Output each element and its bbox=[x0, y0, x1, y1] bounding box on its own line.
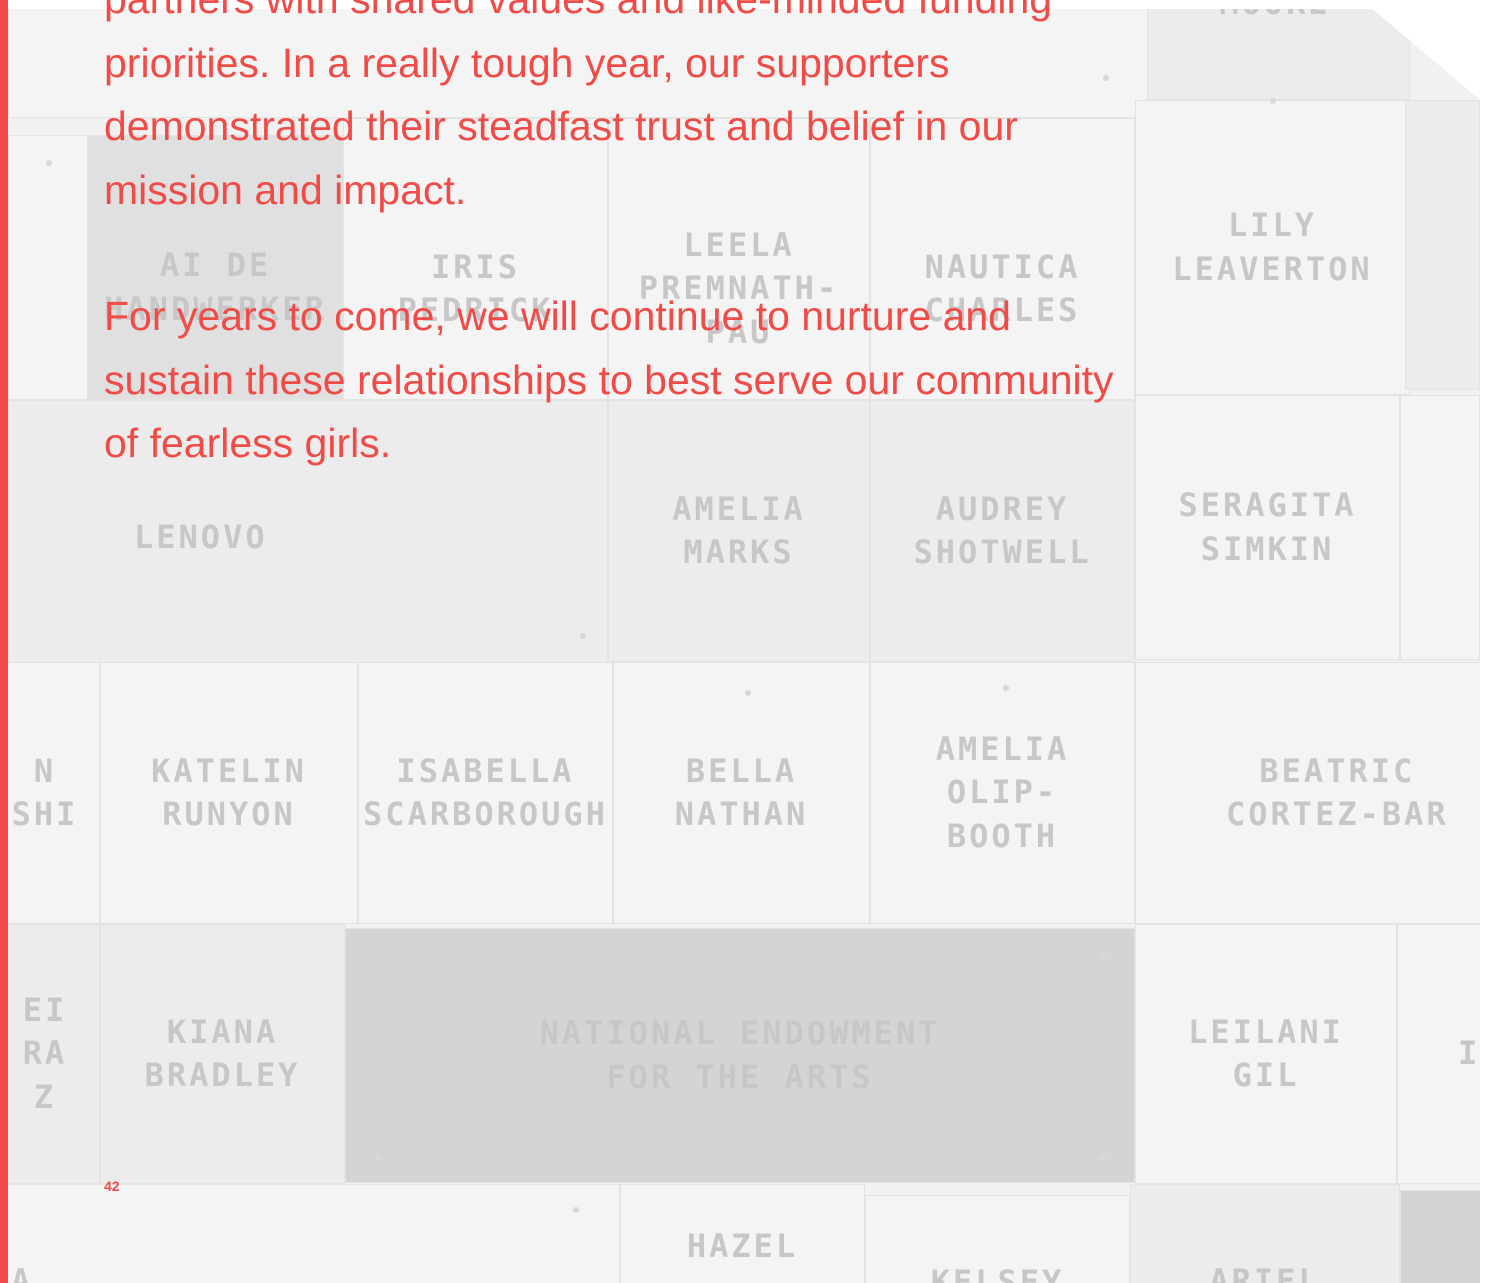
plaque-leilani: LEILANI GIL bbox=[1135, 924, 1397, 1184]
screw-icon bbox=[1100, 953, 1106, 959]
plaque-bella: BELLA NATHAN bbox=[613, 662, 870, 924]
plaque-kelsey: KELSEY bbox=[865, 1195, 1130, 1283]
plaque-bottom-right bbox=[1400, 1190, 1490, 1283]
screw-icon bbox=[573, 1207, 579, 1213]
screw-icon bbox=[46, 160, 52, 166]
body-text: partners with shared values and like-min… bbox=[104, 0, 1144, 539]
plaque-hazel: HAZEL bbox=[620, 1184, 865, 1283]
paragraph-2: For years to come, we will continue to n… bbox=[104, 293, 1114, 466]
paragraph-1: partners with shared values and like-min… bbox=[104, 0, 1052, 213]
screw-icon bbox=[580, 633, 586, 639]
plaque-katelin: KATELIN RUNYON bbox=[100, 662, 358, 924]
report-page: MOORE AI DE HANDWERKER IRIS PEDRICK LEEL… bbox=[0, 0, 1492, 1283]
plaque-isabella: ISABELLA SCARBOROUGH bbox=[358, 662, 613, 924]
plaque-left-partial: N SHI bbox=[0, 662, 100, 924]
plaque-right-partial: I bbox=[1397, 924, 1492, 1184]
screw-icon bbox=[375, 1155, 381, 1161]
plaque-seragita: SERAGITA SIMKIN bbox=[1135, 395, 1400, 660]
plaque-moore: MOORE bbox=[1140, 0, 1410, 100]
plaque-ariel: ARIEL bbox=[1130, 1184, 1400, 1283]
plaque-right-upper bbox=[1405, 100, 1480, 390]
screw-icon bbox=[1003, 685, 1009, 691]
accent-bar bbox=[0, 0, 8, 1283]
plaque-bottom-left: A bbox=[0, 1184, 620, 1283]
plaque-beatric: BEATRIC CORTEZ-BAR bbox=[1135, 662, 1492, 924]
page-right-edge bbox=[1480, 0, 1492, 1283]
plaque-kiana: KIANA BRADLEY bbox=[100, 924, 345, 1184]
screw-icon bbox=[745, 690, 751, 696]
plaque-left-partial-2: EI RA Z bbox=[0, 924, 100, 1184]
plaque-left-edge bbox=[8, 135, 88, 400]
plaque-national-endowment: NATIONAL ENDOWMENT FOR THE ARTS bbox=[345, 928, 1135, 1183]
plaque-amelia-olip: AMELIA OLIP- BOOTH bbox=[870, 662, 1135, 924]
plaque-lily: LILY LEAVERTON bbox=[1135, 100, 1410, 395]
screw-icon bbox=[1100, 1155, 1106, 1161]
screw-icon bbox=[1270, 98, 1276, 104]
page-number: 42 bbox=[104, 1178, 120, 1194]
plaque-right-mid bbox=[1400, 395, 1480, 660]
